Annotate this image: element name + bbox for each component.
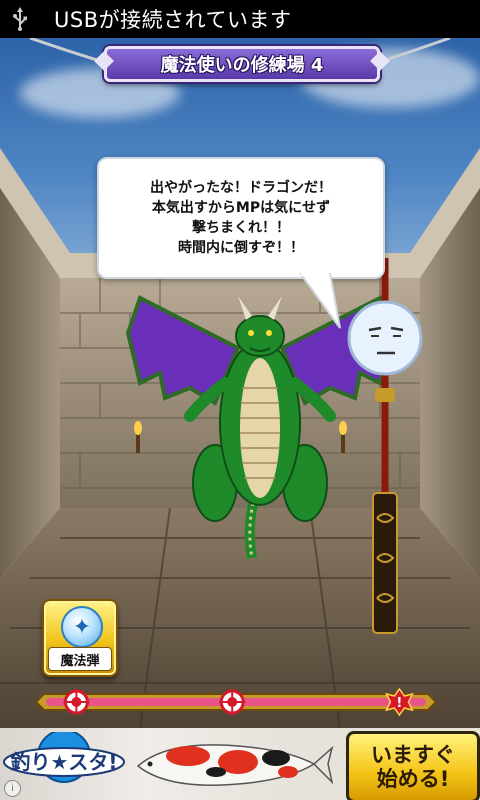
sparkle-orb-icon: ✦ — [61, 606, 103, 648]
magic-staff — [347, 258, 423, 634]
ad-cta-line1: いますぐ — [371, 743, 455, 767]
koi-fish-image — [136, 744, 334, 786]
face-orb — [347, 300, 423, 376]
ad-logo[interactable]: 釣り★スタ! — [2, 732, 130, 794]
dialogue-line: 時間内に倒すぞ！！ — [178, 240, 304, 256]
stage-title-banner: 魔法使いの修練場 4 — [104, 46, 380, 82]
target-marker-icon — [219, 689, 246, 715]
usb-icon — [0, 0, 40, 38]
info-icon[interactable]: i — [4, 780, 21, 797]
ad-logo-text: 釣り★スタ! — [10, 750, 117, 774]
alert-marker-icon: ! — [384, 688, 414, 716]
dialogue-line: 出やがったな！ドラゴンだ！ — [150, 180, 332, 196]
status-bar: USBが接続されています — [0, 0, 480, 38]
ad-banner[interactable]: 釣り★スタ! いますぐ 始める! i — [0, 728, 480, 800]
svg-text:!: ! — [396, 696, 402, 711]
speech-bubble: 出やがったな！ドラゴンだ！ 本気出すからMPは気にせず 撃ちまくれ！！ 時間内に… — [97, 157, 385, 279]
ad-cta-line2: 始める! — [376, 767, 450, 791]
dialogue-line: 本気出すからMPは気にせず — [151, 200, 331, 216]
ad-start-now-button[interactable]: いますぐ 始める! — [346, 731, 480, 800]
battle-scene[interactable]: 魔法使いの修練場 4 出やがったな！ドラゴンだ！ 本気出すからMPは気にせず 撃… — [0, 38, 480, 728]
usb-notification-text: USBが接続されています — [54, 8, 292, 32]
magic-bullet-label: 魔法弾 — [48, 647, 112, 671]
game-screen[interactable]: USBが接続されています 魔法使いの修練場 4 出やがったな！ドラゴンだ！ 本気… — [0, 0, 480, 800]
time-progress-bar: ! — [36, 688, 436, 716]
dialogue-line: 撃ちまくれ！！ — [192, 220, 290, 236]
stage-title: 魔法使いの修練場 4 — [160, 55, 324, 76]
target-marker-icon — [63, 689, 90, 715]
speech-bubble-tail — [298, 273, 341, 329]
magic-bullet-button[interactable]: ✦ 魔法弾 — [42, 599, 118, 677]
